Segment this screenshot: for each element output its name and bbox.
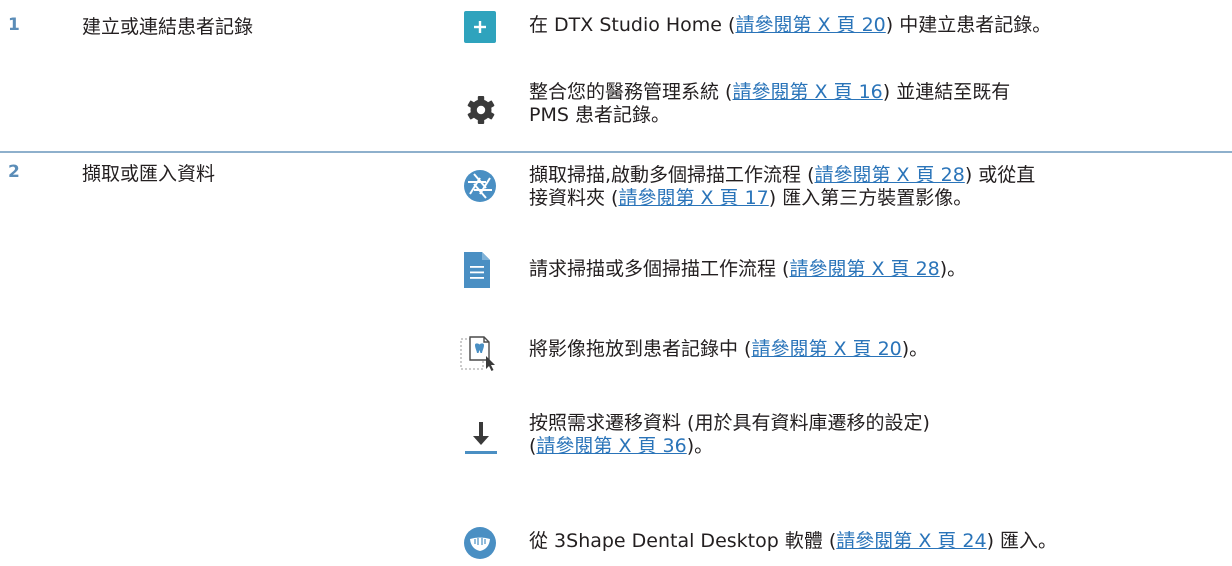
page-reference-link[interactable]: 請參閱第 X 頁 28 [789,258,939,280]
item-text-post: )。 [939,258,967,280]
migrate-data-item: 按照需求遷移資料 (用於具有資料庫遷移的設定) (請參閱第 X 頁 36)。 [464,408,1232,468]
page-reference-link[interactable]: 請參閱第 X 頁 28 [815,164,965,186]
step-2-number: 2 [8,162,20,182]
item-text-post: ) 匯入。 [986,530,1058,552]
page-reference-link[interactable]: 請參閱第 X 頁 20 [751,338,901,360]
item-text: 將影像拖放到患者記錄中 (請參閱第 X 頁 20)。 [529,338,1229,361]
drag-drop-image-icon[interactable] [460,336,498,372]
step-2-title: 擷取或匯入資料 [82,163,216,185]
step-1-number: 1 [8,15,20,35]
item-text-post: ) 並連結至既有 [882,81,1011,103]
drag-drop-images-item: 將影像拖放到患者記錄中 (請參閱第 X 頁 20)。 [460,330,1232,376]
item-text-pre: 按照需求遷移資料 (用於具有資料庫遷移的設定) [529,412,930,434]
download-icon[interactable] [464,420,498,456]
intraoral-scan-icon[interactable] [464,527,496,559]
item-text-pre: 請求掃描或多個掃描工作流程 ( [529,258,790,280]
item-text-post: ) 匯入第三方裝置影像。 [768,187,973,209]
item-text: 從 3Shape Dental Desktop 軟體 (請參閱第 X 頁 24)… [529,530,1229,553]
item-text-post: )。 [901,338,929,360]
plus-icon[interactable] [464,11,496,43]
item-text-pre: 在 DTX Studio Home ( [529,14,736,36]
item-text-post: ) 中建立患者記錄。 [885,14,1052,36]
item-text: 按照需求遷移資料 (用於具有資料庫遷移的設定) (請參閱第 X 頁 36)。 [529,412,1229,458]
item-text-pre: 擷取掃描,啟動多個掃描工作流程 ( [529,164,815,186]
item-text: 整合您的醫務管理系統 (請參閱第 X 頁 16) 並連結至既有 PMS 患者記錄… [529,81,1229,127]
page-reference-link[interactable]: 請參閱第 X 頁 24 [836,530,986,552]
integrate-pms-item: 整合您的醫務管理系統 (請參閱第 X 頁 16) 並連結至既有 PMS 患者記錄… [464,78,1232,138]
page-reference-link[interactable]: 請參閱第 X 頁 36 [536,435,686,457]
item-text-pre: 整合您的醫務管理系統 ( [529,81,733,103]
item-text-post: ) 或從直 [964,164,1036,186]
item-text-pre: 從 3Shape Dental Desktop 軟體 ( [529,530,837,552]
request-scan-item: 請求掃描或多個掃描工作流程 (請參閱第 X 頁 28)。 [464,250,1232,296]
3shape-import-item: 從 3Shape Dental Desktop 軟體 (請參閱第 X 頁 24)… [464,520,1232,564]
item-text-post: )。 [686,435,714,457]
page-reference-link[interactable]: 請參閱第 X 頁 17 [618,187,768,209]
aperture-icon[interactable] [464,170,496,202]
item-text: 在 DTX Studio Home (請參閱第 X 頁 20) 中建立患者記錄。 [529,14,1229,37]
item-text-pre: PMS 患者記錄。 [529,104,670,126]
item-text: 擷取掃描,啟動多個掃描工作流程 (請參閱第 X 頁 28) 或從直 接資料夾 (… [529,164,1229,210]
step-1-title: 建立或連結患者記錄 [82,16,254,38]
document-icon[interactable] [464,252,490,288]
create-patient-record-item: 在 DTX Studio Home (請參閱第 X 頁 20) 中建立患者記錄。 [464,8,1232,48]
gear-icon[interactable] [466,95,496,125]
section-divider [0,151,1232,153]
page-reference-link[interactable]: 請參閱第 X 頁 20 [735,14,885,36]
item-text: 請求掃描或多個掃描工作流程 (請參閱第 X 頁 28)。 [529,258,1229,281]
item-text-pre: 接資料夾 ( [529,187,619,209]
capture-scan-item: 擷取掃描,啟動多個掃描工作流程 (請參閱第 X 頁 28) 或從直 接資料夾 (… [464,160,1232,216]
page-reference-link[interactable]: 請參閱第 X 頁 16 [732,81,882,103]
item-text-pre: 將影像拖放到患者記錄中 ( [529,338,752,360]
